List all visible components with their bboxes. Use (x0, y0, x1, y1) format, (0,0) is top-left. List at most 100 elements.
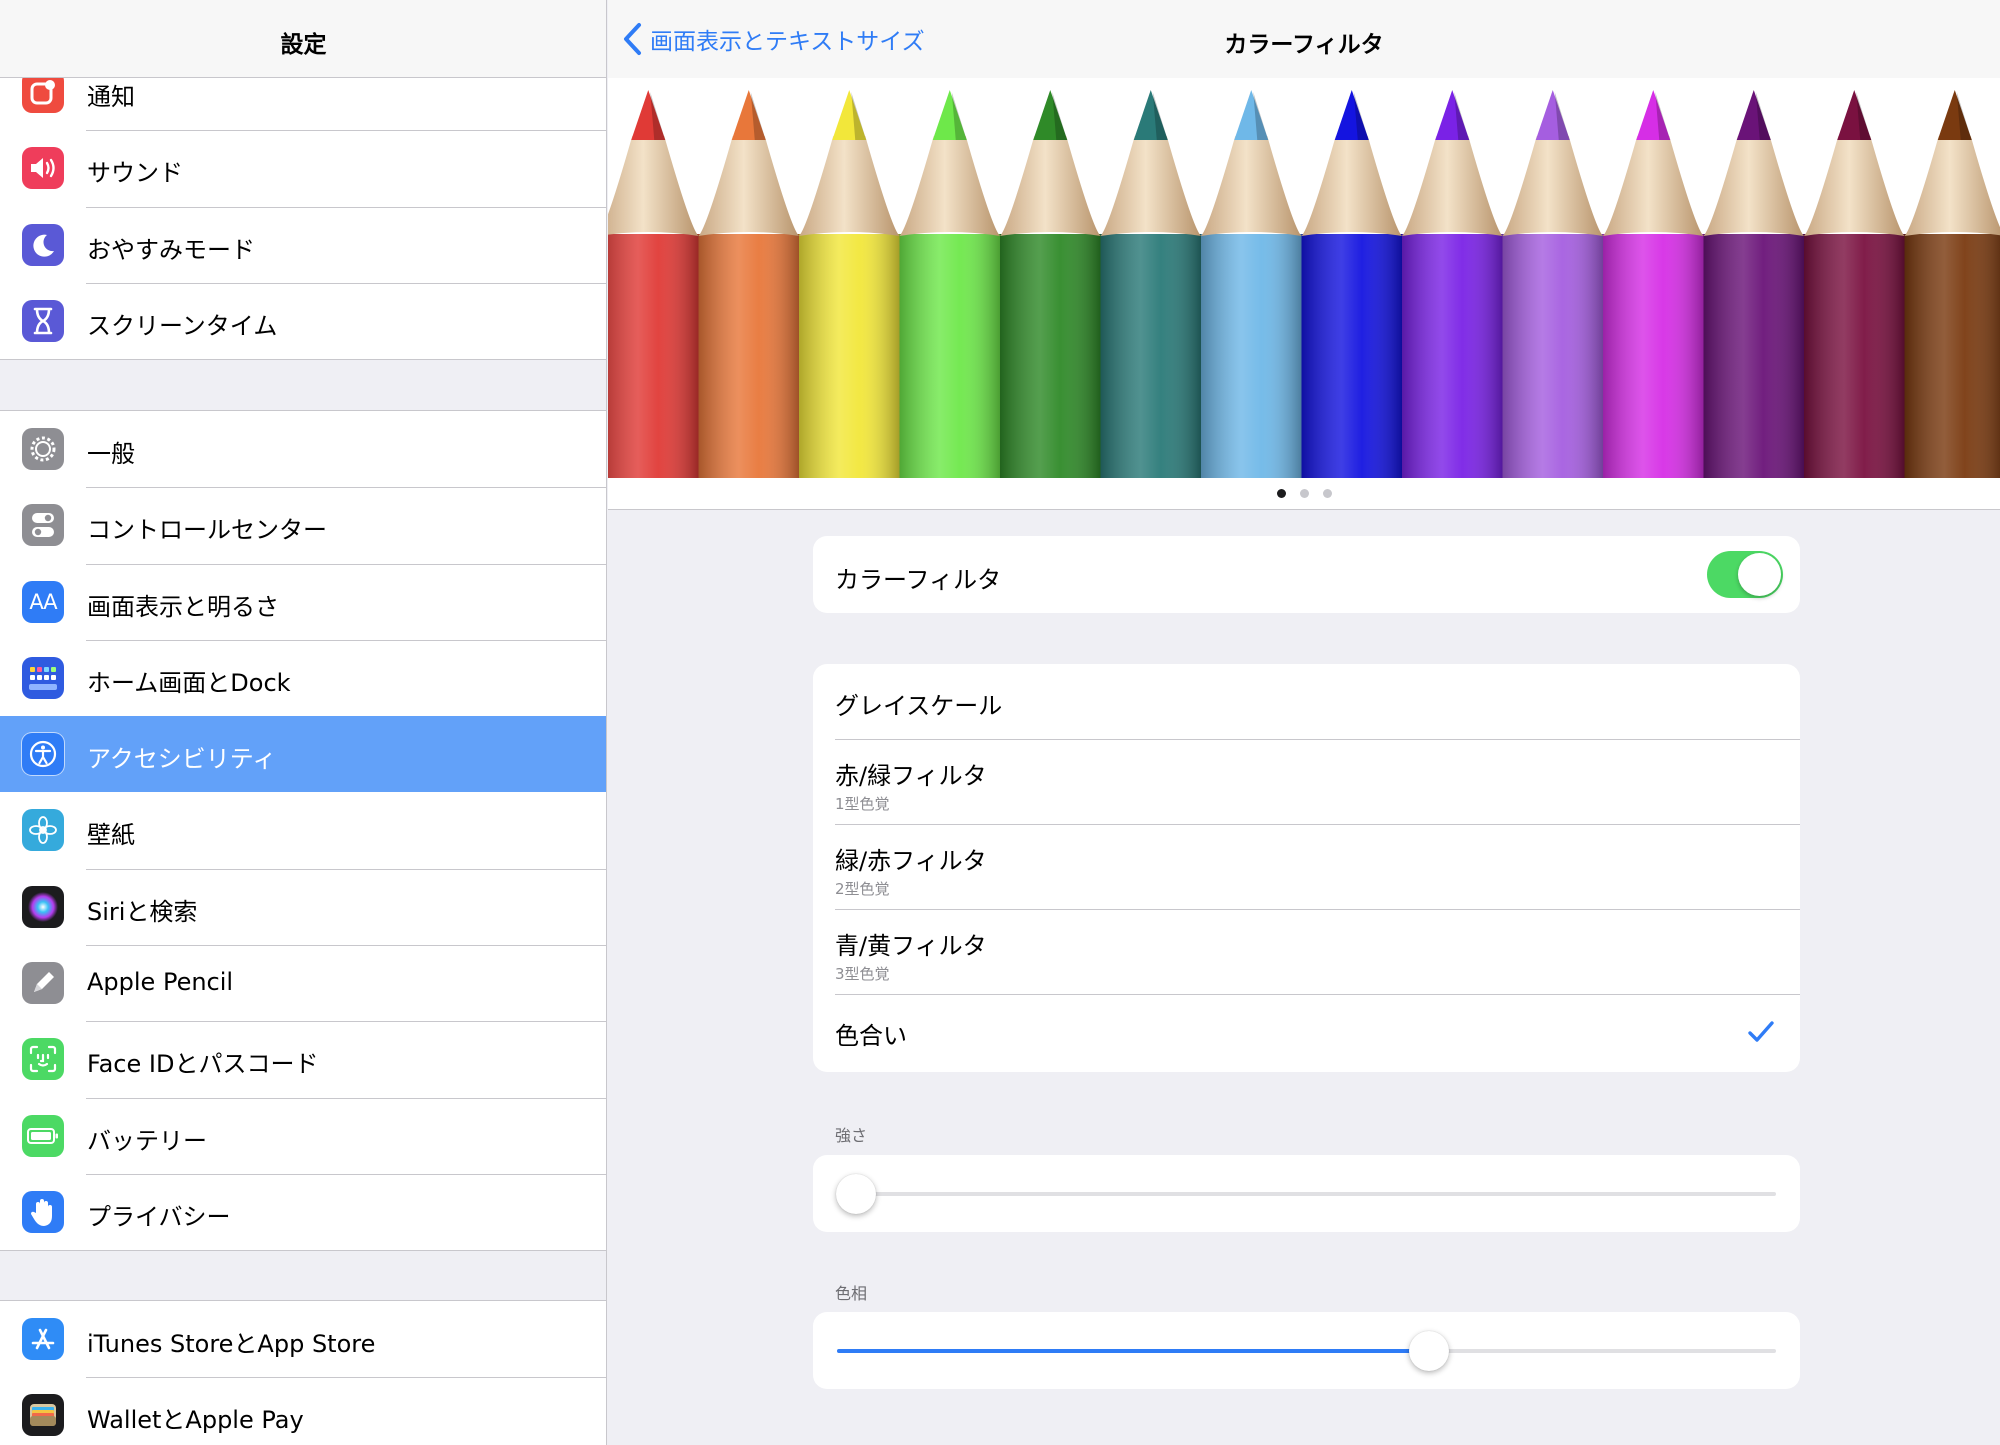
filter-option[interactable]: 青/黄フィルタ 3型色覚 (813, 909, 1800, 994)
page-dot[interactable] (1322, 489, 1332, 498)
moon-icon (22, 223, 64, 266)
row-separator (835, 739, 1800, 740)
intensity-section-label: 強さ (835, 1126, 868, 1145)
hand-icon (22, 1190, 64, 1233)
sidebar-item-label: Apple Pencil (87, 968, 234, 997)
filter-option-subtitle: 1型色覚 (835, 795, 890, 813)
color-pencils-preview[interactable] (608, 78, 2000, 478)
sidebar-item-label: ホーム画面とDock (87, 668, 291, 697)
sidebar-item[interactable]: Apple Pencil (0, 945, 606, 1021)
hue-slider-thumb[interactable] (1408, 1331, 1449, 1371)
filter-option-label: 緑/赤フィルタ (835, 847, 987, 875)
home-grid-icon (22, 656, 64, 699)
color-pencil (1904, 90, 2000, 478)
color-pencil (799, 90, 900, 478)
pencil-icon (22, 962, 64, 1005)
flower-icon (22, 809, 64, 852)
filter-option-subtitle: 3型色覚 (835, 965, 890, 983)
sidebar-item-label: スクリーンタイム (87, 311, 278, 340)
color-pencil (1603, 90, 1704, 478)
sidebar-item[interactable]: アクセシビリティ (0, 716, 606, 793)
color-pencil (1502, 90, 1603, 478)
page-dot[interactable] (1299, 489, 1309, 498)
hue-section-label: 色相 (835, 1284, 868, 1303)
sidebar-item[interactable]: サウンド (0, 130, 606, 206)
face-id-icon (22, 1038, 64, 1081)
sidebar-item-label: サウンド (87, 159, 183, 188)
settings-sidebar: 設定 通知サウンドおやすみモード スクリーンタイム 一般コントロールセンター AA 画… (0, 0, 607, 1445)
sidebar-item-label: 画面表示と明るさ (87, 592, 279, 621)
wallet-icon (22, 1394, 64, 1437)
filter-options-list: グレイスケール 赤/緑フィルタ 1型色覚緑/赤フィルタ 2型色覚青/黄フィルタ 3型色覚… (813, 664, 1800, 1072)
color-pencil (1201, 90, 1302, 478)
sidebar-item-label: Siriと検索 (87, 897, 198, 926)
sidebar-item[interactable]: コントロールセンター (0, 487, 606, 563)
sidebar-item[interactable]: ホーム画面とDock (0, 639, 606, 716)
page-indicator[interactable] (608, 478, 2000, 510)
row-separator (835, 994, 1800, 995)
intensity-slider-thumb[interactable] (835, 1174, 876, 1214)
hue-slider-card (813, 1312, 1800, 1389)
sidebar-item-label: アクセシビリティ (87, 745, 277, 774)
intensity-slider-track[interactable] (837, 1192, 1776, 1196)
navigation-bar: 画面表示とテキストサイズ カラーフィルタ (608, 0, 2000, 78)
row-separator (835, 909, 1800, 910)
sidebar-item[interactable]: WalletとApple Pay (0, 1377, 606, 1445)
color-filter-label: カラーフィルタ (835, 566, 1002, 594)
filter-option[interactable]: 赤/緑フィルタ 1型色覚 (813, 739, 1800, 824)
sidebar-item[interactable]: Face IDとパスコード (0, 1021, 606, 1097)
color-filter-switch[interactable] (1707, 551, 1783, 598)
settings-group-1: 通知サウンドおやすみモード スクリーンタイム (0, 53, 606, 361)
sidebar-item-label: 壁紙 (87, 821, 135, 850)
sidebar-item[interactable]: バッテリー (0, 1097, 606, 1174)
sidebar-item[interactable]: プライバシー (0, 1173, 606, 1250)
color-pencil (1000, 90, 1101, 478)
sidebar-item-label: バッテリー (87, 1126, 207, 1155)
sidebar-header: 設定 (0, 0, 606, 78)
sidebar-item[interactable]: スクリーンタイム (0, 282, 606, 359)
color-pencils-image (608, 90, 2000, 478)
sidebar-item-label: 通知 (87, 83, 135, 111)
color-pencil (1703, 90, 1804, 478)
filter-option[interactable]: グレイスケール (813, 664, 1800, 739)
color-pencil (1804, 90, 1905, 478)
filter-option-label: 赤/緑フィルタ (835, 762, 987, 790)
app-store-icon (22, 1318, 64, 1360)
sidebar-item-label: おやすみモード (87, 235, 255, 264)
row-separator (835, 824, 1800, 825)
filter-option[interactable]: 緑/赤フィルタ 2型色覚 (813, 824, 1800, 909)
sidebar-item[interactable]: おやすみモード (0, 206, 606, 283)
filter-option-label: 青/黄フィルタ (835, 932, 987, 960)
color-pencil (1100, 90, 1201, 478)
sidebar-title: 設定 (280, 32, 327, 58)
switch-knob (1738, 553, 1781, 596)
filter-option-label: 色合い (835, 1022, 907, 1050)
siri-icon (22, 885, 64, 928)
accessibility-icon (22, 733, 64, 776)
sidebar-item-label: コントロールセンター (87, 516, 327, 545)
sidebar-item-label: Face IDとパスコード (87, 1050, 319, 1079)
intensity-slider-card (813, 1155, 1800, 1232)
battery-icon (22, 1114, 64, 1157)
hourglass-icon (22, 299, 64, 342)
gear-icon (22, 428, 64, 470)
sidebar-item[interactable]: Siriと検索 (0, 868, 606, 945)
color-pencil (899, 90, 1000, 478)
checkmark-icon (1748, 1021, 1774, 1042)
sidebar-item[interactable]: iTunes StoreとApp Store (0, 1301, 606, 1377)
sidebar-item[interactable]: 壁紙 (0, 792, 606, 868)
color-pencil (1402, 90, 1503, 478)
color-filter-toggle-row: カラーフィルタ (813, 536, 1800, 613)
color-pencil (698, 90, 799, 478)
color-pencil (608, 90, 699, 478)
color-pencil (1301, 90, 1402, 478)
sidebar-item[interactable]: AA 画面表示と明るさ (0, 563, 606, 640)
filter-option-label: グレイスケール (835, 692, 1003, 720)
sidebar-item-label: WalletとApple Pay (87, 1406, 304, 1435)
filter-option[interactable]: 色合い (813, 994, 1800, 1072)
filter-option-subtitle: 2型色覚 (835, 880, 890, 898)
sidebar-item[interactable]: 一般 (0, 411, 606, 487)
display-aa-icon: AA (22, 580, 64, 623)
page-dot[interactable] (1276, 489, 1286, 498)
settings-group-3: iTunes StoreとApp Store WalletとApple Pay (0, 1300, 606, 1445)
